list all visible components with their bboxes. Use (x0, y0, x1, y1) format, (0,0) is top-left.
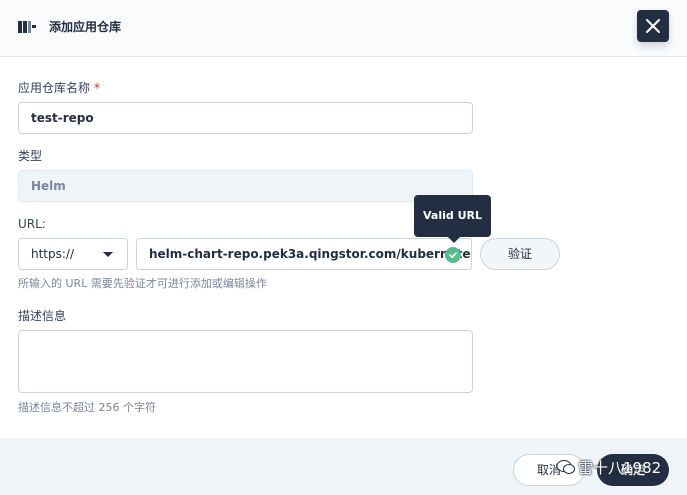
url-label: URL: (18, 217, 46, 231)
url-input[interactable]: helm-chart-repo.pek3a.qingstor.com/kuber… (136, 238, 472, 270)
protocol-value: https:// (31, 247, 75, 261)
repo-name-label: 应用仓库名称 * (18, 81, 101, 95)
type-label: 类型 (18, 149, 43, 163)
close-button[interactable] (637, 10, 669, 42)
description-hint: 描述信息不超过 256 个字符 (18, 401, 156, 414)
watermark-text: 雷十八1982 (578, 458, 662, 477)
tooltip-arrow (448, 237, 460, 243)
verify-button[interactable]: 验证 (480, 238, 560, 270)
description-label: 描述信息 (18, 309, 67, 323)
description-textarea[interactable] (18, 330, 473, 393)
close-icon (646, 19, 660, 33)
repo-name-input[interactable]: test-repo (18, 102, 473, 134)
required-mark: * (94, 81, 101, 95)
watermark: 雷十八1982 (556, 455, 661, 479)
valid-url-tooltip: Valid URL (414, 195, 491, 237)
modal-title: 添加应用仓库 (49, 20, 122, 34)
chevron-down-icon (103, 252, 113, 257)
modal-header: 添加应用仓库 (0, 0, 687, 57)
type-field: Helm (18, 170, 473, 202)
url-hint: 所输入的 URL 需要先验证才可进行添加或编辑操作 (18, 277, 267, 290)
check-icon (445, 247, 461, 263)
chat-bubble-icon (556, 460, 575, 474)
protocol-select[interactable]: https:// (18, 238, 128, 270)
repository-icon (18, 21, 36, 33)
